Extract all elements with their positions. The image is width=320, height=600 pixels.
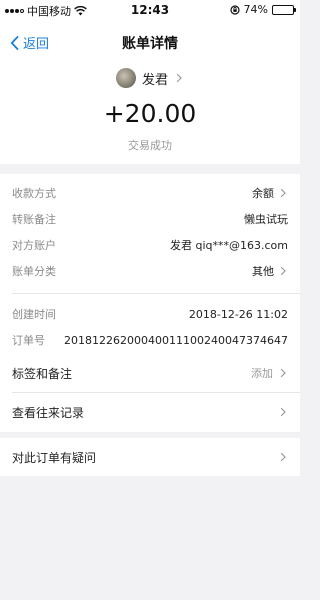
status-right: 74% — [229, 3, 296, 16]
transaction-status: 交易成功 — [128, 139, 172, 152]
order-number-value: 20181226200040011100240047374647 — [64, 333, 288, 347]
question-row[interactable]: 对此订单有疑问 — [0, 438, 300, 476]
order-number-row: 订单号 20181226200040011100240047374647 — [12, 327, 288, 353]
created-time-row: 创建时间 2018-12-26 11:02 — [12, 301, 288, 327]
tags-notes-add: 添加 — [251, 367, 273, 380]
rotation-lock-icon — [229, 4, 240, 15]
chevron-right-icon — [280, 407, 286, 417]
payee-name: 发君 — [141, 72, 168, 88]
payee-link[interactable]: 发君 — [0, 68, 300, 88]
chevron-right-icon — [280, 452, 286, 462]
divider — [12, 293, 300, 294]
payment-method-value: 余额 — [252, 187, 274, 200]
amount: +20.00 — [103, 99, 197, 128]
chevron-right-icon — [280, 368, 286, 378]
tags-notes-row[interactable]: 标签和备注 添加 — [0, 354, 300, 392]
action-group-question: 对此订单有疑问 — [0, 438, 300, 476]
transfer-note-row: 转账备注 懒虫试玩 — [12, 206, 288, 232]
transfer-note-value: 懒虫试玩 — [244, 213, 288, 226]
question-label: 对此订单有疑问 — [12, 450, 97, 465]
chevron-right-icon — [280, 188, 286, 198]
battery-icon — [272, 4, 296, 15]
tags-notes-label: 标签和备注 — [12, 366, 73, 381]
history-label: 查看往来记录 — [12, 405, 85, 420]
bill-header: 发君 +20.00 交易成功 — [0, 64, 300, 164]
action-group: 标签和备注 添加 查看往来记录 — [0, 354, 300, 432]
status-bar: 中国移动 12:43 74% — [0, 0, 300, 20]
counterparty-row: 对方账户 发君 qiq***@163.com — [12, 232, 288, 258]
counterparty-value: 发君 qiq***@163.com — [169, 239, 288, 252]
transfer-note-label: 转账备注 — [12, 213, 56, 226]
chevron-right-icon — [280, 266, 286, 276]
category-label: 账单分类 — [12, 265, 56, 278]
counterparty-label: 对方账户 — [12, 239, 56, 252]
category-value: 其他 — [252, 265, 274, 278]
payment-method-row[interactable]: 收款方式 余额 — [12, 180, 288, 206]
order-number-label: 订单号 — [12, 334, 45, 347]
battery-percent: 74% — [243, 3, 268, 16]
category-row[interactable]: 账单分类 其他 — [12, 258, 288, 284]
page-title: 账单详情 — [122, 36, 178, 52]
bill-details: 收款方式 余额 转账备注 懒虫试玩 对方账户 发君 qiq***@163.com… — [0, 174, 300, 364]
created-time-value: 2018-12-26 11:02 — [188, 307, 288, 321]
payment-method-label: 收款方式 — [12, 187, 56, 200]
created-time-label: 创建时间 — [12, 308, 56, 321]
history-row[interactable]: 查看往来记录 — [0, 393, 300, 431]
nav-bar: 返回 账单详情 — [0, 20, 300, 64]
chevron-right-icon — [176, 73, 182, 83]
avatar — [115, 68, 136, 88]
